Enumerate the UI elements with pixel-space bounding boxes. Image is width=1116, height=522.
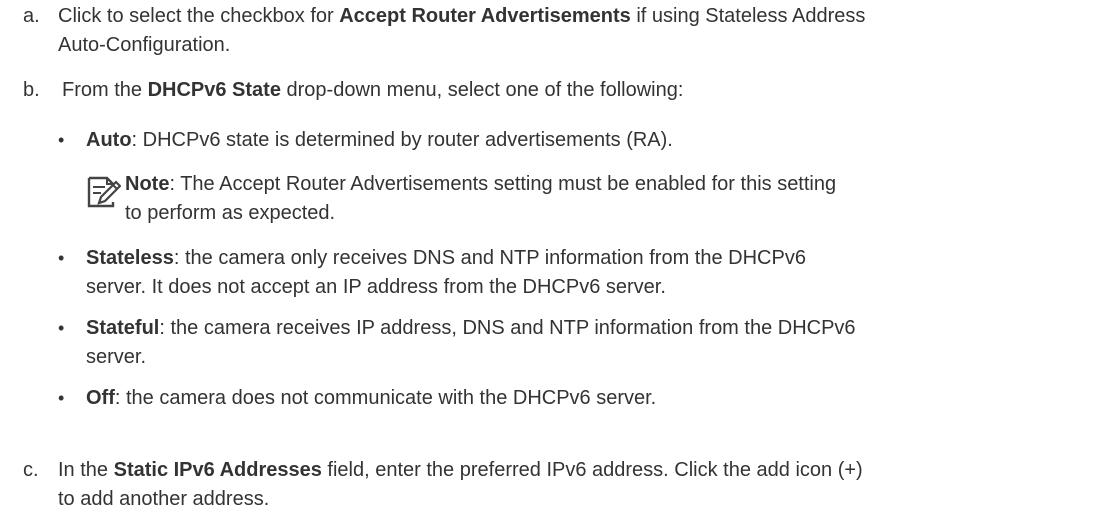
step-marker: a. — [23, 5, 40, 27]
ui-term: Accept Router Advertisements — [339, 5, 631, 27]
option-term: Stateful — [86, 317, 160, 339]
option-term: Off — [86, 387, 115, 409]
bullet-dot: • — [58, 130, 65, 150]
step-text: In the Static IPv6 Addresses field, ente… — [58, 459, 863, 510]
note-label: Note — [125, 173, 170, 195]
step-marker: b. — [23, 79, 40, 101]
note-pencil-icon — [87, 176, 121, 208]
step-text: Click to select the checkbox for Accept … — [58, 5, 866, 56]
option-term: Auto — [86, 129, 132, 151]
ui-term: Static IPv6 Addresses — [113, 459, 322, 481]
option-term: Stateless — [86, 247, 174, 269]
bullet-dot: • — [58, 388, 65, 408]
ui-term: DHCPv6 State — [147, 79, 281, 101]
step-marker: c. — [23, 459, 39, 481]
bullet-dot: • — [58, 248, 65, 268]
bullet-dot: • — [58, 318, 65, 338]
step-text: From the DHCPv6 State drop-down menu, se… — [62, 79, 684, 101]
